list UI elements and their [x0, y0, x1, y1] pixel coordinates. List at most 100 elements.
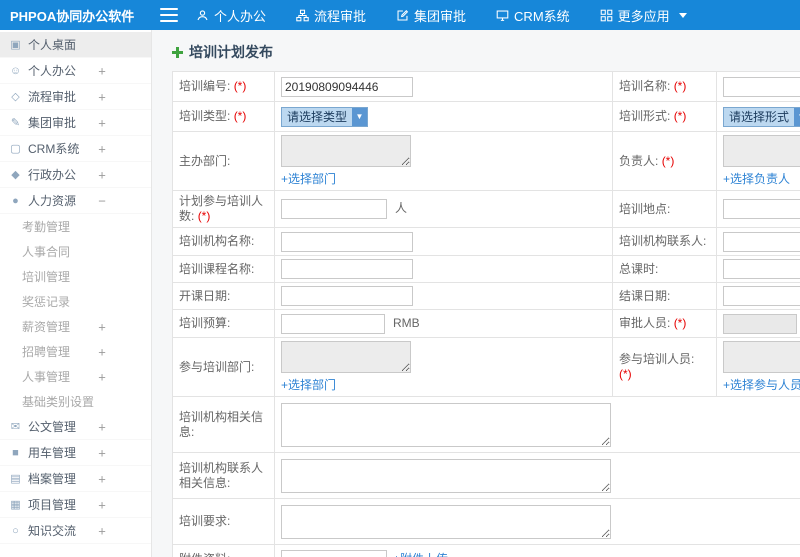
sidebar-item[interactable]: 奖惩记录 — [0, 289, 151, 314]
sidebar-item[interactable]: ✎ 集团审批 + — [0, 110, 151, 136]
sidebar-item[interactable]: ▦ 项目管理 + — [0, 492, 151, 518]
expand-icon[interactable]: + — [96, 141, 108, 156]
sidebar-item[interactable]: 人事管理 + — [0, 364, 151, 389]
expand-icon[interactable]: + — [96, 523, 108, 538]
org-name-input[interactable] — [281, 231, 413, 252]
sidebar-item[interactable]: ▣ 个人桌面 — [0, 32, 151, 58]
participant-count-input[interactable] — [281, 199, 387, 219]
expand-icon[interactable]: + — [96, 167, 108, 182]
sidebar-item-label: 薪资管理 — [22, 320, 71, 334]
training-form-select[interactable]: 请选择形式▼ — [723, 106, 800, 127]
leader-textarea[interactable] — [723, 135, 800, 167]
training-type-select[interactable]: 请选择类型 ▼ — [281, 106, 369, 127]
budget-input[interactable] — [281, 313, 385, 334]
nav-item[interactable]: 更多应用 — [600, 6, 687, 25]
field-cell — [274, 255, 613, 283]
start-date-input[interactable] — [281, 286, 413, 306]
sidebar-item[interactable]: ▤ 档案管理 + — [0, 466, 151, 492]
attachment-input[interactable] — [281, 549, 387, 557]
select-leader-link[interactable]: +选择负责人 — [723, 170, 800, 187]
expand-icon[interactable]: + — [96, 319, 108, 334]
sidebar-item-label: 招聘管理 — [22, 345, 71, 359]
expand-icon[interactable]: + — [96, 445, 108, 460]
expand-icon[interactable]: + — [96, 115, 108, 130]
field-suffix: RMB — [393, 315, 420, 330]
approval-icon: ✎ — [10, 117, 21, 129]
sidebar-item[interactable]: ✉ 公文管理 + — [0, 414, 151, 440]
menu-icon[interactable] — [160, 8, 178, 22]
field-label: 培训机构联系人相关信息: — [172, 452, 275, 499]
sidebar-item[interactable]: ◇ 流程审批 + — [0, 84, 151, 110]
nav-item[interactable]: CRM系统 — [496, 6, 570, 25]
select-dept-link[interactable]: +选择部门 — [281, 170, 606, 187]
nav-item[interactable]: 流程审批 — [296, 6, 366, 25]
training-form: 培训编号: (*) 培训名称: (*) 培训类型: (*) 请选择类型▼ 培训形式: (… — [172, 71, 800, 557]
sidebar-item[interactable]: ● 人力资源 − — [0, 188, 151, 214]
sidebar-item-label: 公文管理 — [28, 420, 77, 434]
nav-item[interactable]: 集团审批 — [396, 6, 466, 25]
field-cell: +选择部门 — [274, 337, 613, 397]
approval-icon — [396, 9, 409, 22]
sidebar-item[interactable]: ■ 用车管理 + — [0, 440, 151, 466]
archive-icon: ▤ — [10, 473, 21, 485]
field-cell: RMB — [274, 309, 613, 338]
expand-icon[interactable]: + — [96, 471, 108, 486]
nav-item[interactable]: 个人办公 — [196, 6, 266, 25]
user-icon: ☺ — [9, 64, 22, 77]
field-label: 培训地点: — [612, 190, 717, 228]
sidebar-item-label: 基础类别设置 — [22, 395, 95, 409]
field-cell — [274, 282, 613, 310]
select-join-dept-link[interactable]: +选择部门 — [281, 376, 606, 393]
sidebar-item[interactable]: 考勤管理 — [0, 214, 151, 239]
total-hours-input[interactable] — [723, 259, 800, 279]
expand-icon[interactable]: + — [96, 63, 108, 78]
field-label: 结课日期: — [612, 282, 717, 310]
org-contact-info-textarea[interactable] — [281, 458, 611, 493]
sidebar: ▣ 个人桌面 ☺ 个人办公 + ◇ 流程审批 + ✎ 集团审批 + ▢ CRM系统 + ◆ 行政办公 + ● 人力资… — [0, 30, 152, 557]
org-info-textarea[interactable] — [281, 402, 611, 447]
host-dept-textarea[interactable] — [281, 135, 411, 167]
sidebar-item[interactable]: 人事合同 — [0, 239, 151, 264]
field-label: 培训机构名称: — [172, 227, 275, 256]
upload-link[interactable]: +附件上传 — [393, 552, 448, 557]
expand-icon[interactable]: + — [96, 89, 108, 104]
training-name-input[interactable] — [723, 76, 800, 97]
required-mark: (*) — [661, 153, 675, 168]
nav-item-label: 流程审批 — [314, 8, 367, 24]
chevron-down-icon — [678, 12, 687, 18]
flow-icon — [296, 9, 309, 22]
join-dept-textarea[interactable] — [281, 341, 411, 373]
user-icon — [196, 9, 209, 22]
sidebar-item[interactable]: ○ 知识交流 + — [0, 518, 151, 544]
sidebar-item[interactable]: ☺ 个人办公 + — [0, 58, 151, 84]
field-cell — [274, 498, 800, 545]
sidebar-item-label: CRM系统 — [28, 142, 80, 156]
end-date-input[interactable] — [723, 286, 800, 306]
car-icon: ■ — [12, 446, 19, 459]
course-name-input[interactable] — [281, 259, 413, 279]
sidebar-item[interactable]: ▢ CRM系统 + — [0, 136, 151, 162]
expand-icon[interactable]: + — [96, 369, 108, 384]
collapse-icon[interactable]: − — [96, 193, 108, 208]
requirement-textarea[interactable] — [281, 504, 611, 539]
field-cell: +选择部门 — [274, 131, 613, 191]
required-mark: (*) — [197, 209, 211, 223]
expand-icon[interactable]: + — [96, 419, 108, 434]
sidebar-item[interactable]: 基础类别设置 — [0, 389, 151, 414]
nav-item-label: 个人办公 — [214, 8, 267, 24]
expand-icon[interactable]: + — [96, 344, 108, 359]
training-no-input[interactable] — [281, 76, 413, 97]
sidebar-item[interactable]: 薪资管理 + — [0, 314, 151, 339]
sidebar-item[interactable]: 招聘管理 + — [0, 339, 151, 364]
location-input[interactable] — [723, 199, 800, 219]
sidebar-item[interactable]: 培训管理 — [0, 264, 151, 289]
page-title: 培训计划发布 — [189, 44, 273, 60]
sidebar-item-label: 人事管理 — [22, 370, 71, 384]
expand-icon[interactable]: + — [96, 497, 108, 512]
sidebar-item[interactable]: ◆ 行政办公 + — [0, 162, 151, 188]
field-label: 总课时: — [612, 255, 717, 283]
approver-input[interactable] — [723, 313, 797, 334]
select-join-person-link[interactable]: +选择参与人员 — [723, 376, 800, 393]
org-contact-input[interactable] — [723, 231, 800, 252]
join-person-textarea[interactable] — [723, 341, 800, 373]
